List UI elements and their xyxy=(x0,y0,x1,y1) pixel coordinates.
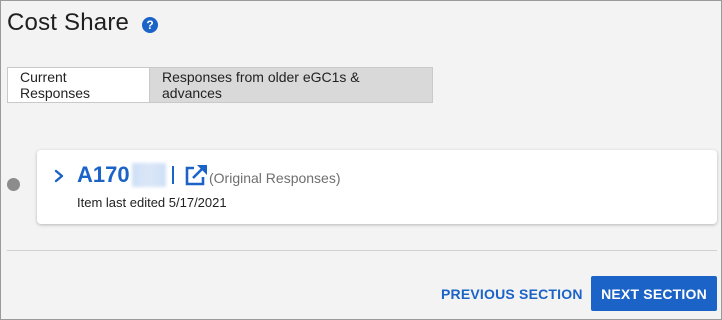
page-title: Cost Share xyxy=(7,9,130,36)
chevron-right-icon[interactable] xyxy=(51,166,67,186)
item-id-bar xyxy=(171,166,174,184)
redacted-area xyxy=(131,163,166,187)
last-edited-text: Item last edited 5/17/2021 xyxy=(77,195,227,210)
divider xyxy=(7,250,717,251)
item-id-text: A170 xyxy=(77,162,130,187)
cost-share-panel: Cost Share ? Current Responses Responses… xyxy=(0,0,722,320)
next-section-button[interactable]: NEXT SECTION xyxy=(591,276,717,311)
item-card: A170 (Original Responses) Item last edit… xyxy=(37,150,717,224)
tab-current-responses[interactable]: Current Responses xyxy=(7,67,150,103)
response-tabs: Current Responses Responses from older e… xyxy=(7,67,433,103)
status-dot xyxy=(7,178,20,191)
original-responses-link[interactable]: (Original Responses) xyxy=(209,170,341,186)
title-row: Cost Share ? xyxy=(7,9,159,37)
external-link-icon[interactable] xyxy=(183,163,209,187)
item-id-link[interactable]: A170 xyxy=(77,162,174,188)
previous-section-button[interactable]: PREVIOUS SECTION xyxy=(433,278,591,310)
help-icon[interactable]: ? xyxy=(142,16,159,33)
tab-older-responses[interactable]: Responses from older eGC1s & advances xyxy=(150,67,433,103)
